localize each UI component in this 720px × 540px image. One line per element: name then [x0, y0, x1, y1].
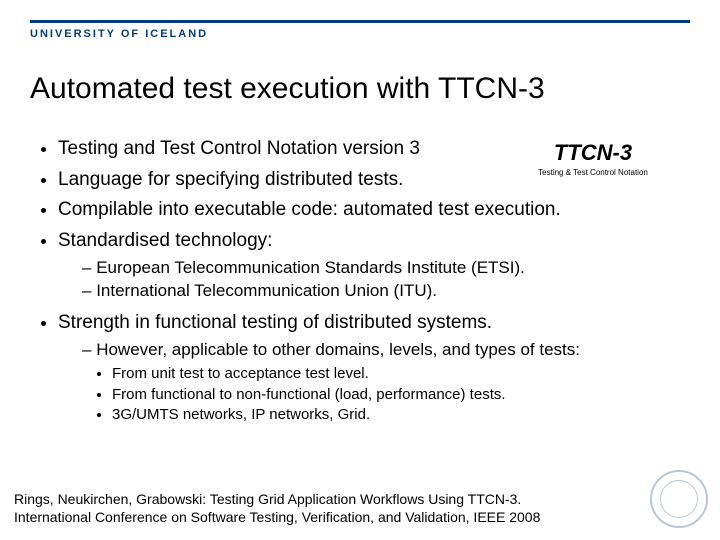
- bullet-item: Language for specifying distributed test…: [58, 166, 690, 195]
- sub-bullet-item: European Telecommunication Standards Ins…: [82, 257, 690, 280]
- bullet-item: Compilable into executable code: automat…: [58, 196, 690, 225]
- footer-line: Rings, Neukirchen, Grabowski: Testing Gr…: [14, 491, 630, 509]
- sub-sub-bullet-item: From unit test to acceptance test level.: [112, 364, 690, 384]
- sub-bullet-item: However, applicable to other domains, le…: [82, 339, 690, 425]
- sub-bullet-text: However, applicable to other domains, le…: [96, 340, 580, 359]
- sub-sub-bullet-item: 3G/UMTS networks, IP networks, Grid.: [112, 405, 690, 425]
- footer-line: International Conference on Software Tes…: [14, 509, 630, 527]
- bullet-text: Standardised technology:: [58, 230, 272, 251]
- bullet-item: Standardised technology: European Teleco…: [58, 227, 690, 303]
- content-body: Testing and Test Control Notation versio…: [30, 135, 690, 431]
- university-seal-icon: [650, 470, 708, 528]
- sub-bullet-item: International Telecommunication Union (I…: [82, 280, 690, 303]
- bullet-item: Strength in functional testing of distri…: [58, 309, 690, 425]
- header-brand: UNIVERSITY OF ICELAND: [30, 28, 208, 40]
- footer-citation: Rings, Neukirchen, Grabowski: Testing Gr…: [14, 491, 630, 526]
- bullet-item: Testing and Test Control Notation versio…: [58, 135, 690, 164]
- slide-title: Automated test execution with TTCN-3: [30, 72, 545, 106]
- sub-sub-bullet-item: From functional to non-functional (load,…: [112, 385, 690, 405]
- header-rule: [30, 20, 690, 23]
- bullet-text: Strength in functional testing of distri…: [58, 312, 492, 333]
